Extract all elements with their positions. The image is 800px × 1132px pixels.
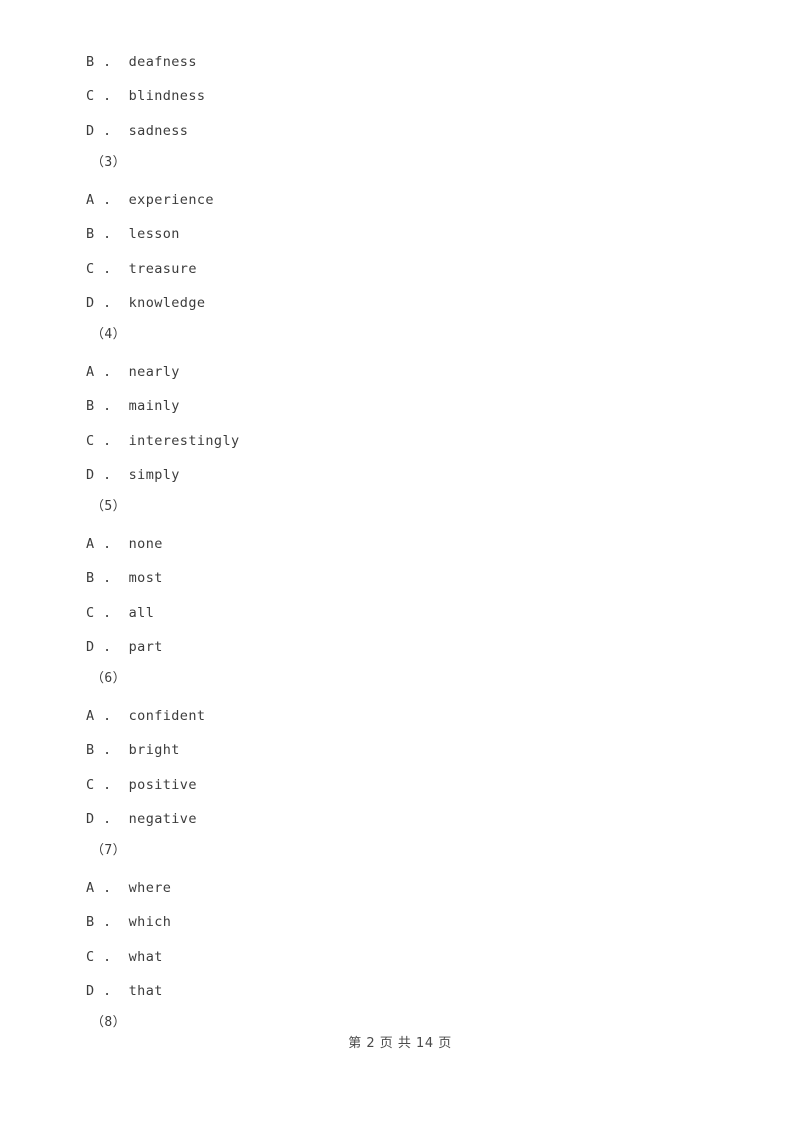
answer-option: B . mainly	[86, 398, 180, 414]
answer-option: D . negative	[86, 811, 197, 827]
answer-option: D . that	[86, 983, 163, 999]
document-page: B . deafness C . blindness D . sadness （3） A…	[0, 0, 800, 1132]
page-footer: 第 2 页 共 14 页	[348, 1036, 452, 1051]
answer-option: B . which	[86, 914, 172, 930]
answer-option: D . part	[86, 639, 163, 655]
answer-option: C . what	[86, 949, 163, 965]
answer-option: C . all	[86, 605, 155, 621]
answer-option: C . blindness	[86, 88, 206, 104]
question-group-marker: （3）	[91, 155, 127, 170]
answer-option: B . deafness	[86, 54, 197, 70]
answer-option: D . simply	[86, 467, 180, 483]
answer-option: B . most	[86, 570, 163, 586]
answer-option: A . none	[86, 536, 163, 552]
answer-option: A . experience	[86, 192, 214, 208]
answer-option: D . knowledge	[86, 295, 206, 311]
answer-option: D . sadness	[86, 123, 189, 139]
answer-option: A . confident	[86, 708, 206, 724]
answer-option: C . treasure	[86, 261, 197, 277]
answer-option: B . bright	[86, 742, 180, 758]
answer-option: A . nearly	[86, 364, 180, 380]
question-group-marker: （5）	[91, 499, 127, 514]
answer-option: C . interestingly	[86, 433, 240, 449]
question-group-marker: （4）	[91, 327, 127, 342]
answer-option: C . positive	[86, 777, 197, 793]
question-group-marker: （7）	[91, 843, 127, 858]
question-group-marker: （8）	[91, 1015, 127, 1030]
answer-option: A . where	[86, 880, 172, 896]
question-group-marker: （6）	[91, 671, 127, 686]
answer-option: B . lesson	[86, 226, 180, 242]
